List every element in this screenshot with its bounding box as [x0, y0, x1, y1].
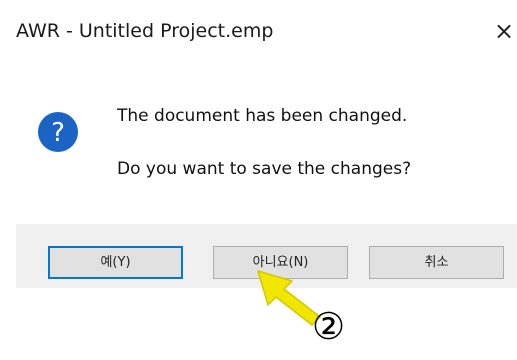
question-icon: ? — [38, 112, 78, 152]
message-line-1: The document has been changed. — [117, 106, 408, 126]
dialog-content: ? The document has been changed. Do you … — [16, 86, 517, 210]
step-number-label: ② — [312, 305, 346, 348]
cancel-button[interactable]: 취소 — [369, 246, 504, 279]
close-button[interactable]: × — [491, 14, 517, 48]
title-bar: AWR - Untitled Project.emp × — [16, 0, 517, 64]
svg-text:?: ? — [51, 118, 65, 148]
message-line-2: Do you want to save the changes? — [117, 159, 412, 179]
window-title: AWR - Untitled Project.emp — [16, 20, 274, 42]
dialog-screenshot: AWR - Untitled Project.emp × ? The docum… — [0, 0, 517, 360]
yes-button[interactable]: 예(Y) — [48, 246, 183, 279]
